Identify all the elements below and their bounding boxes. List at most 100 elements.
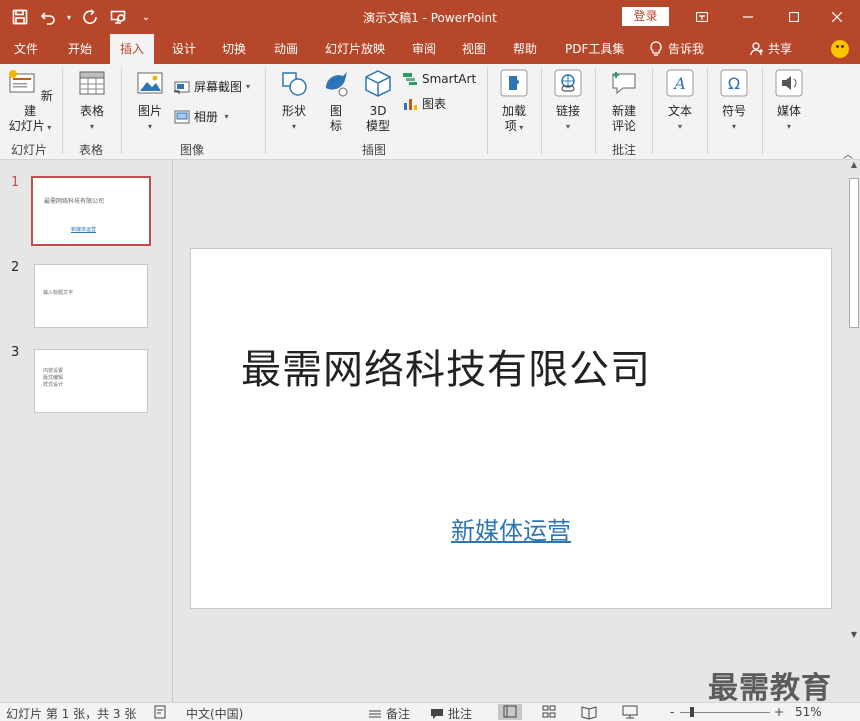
svg-text:A: A: [672, 74, 686, 93]
shapes-label: 形状: [281, 104, 306, 118]
minimize-icon[interactable]: [725, 0, 771, 34]
slide-thumbnail-3[interactable]: 内容设置 版式编辑 样式设计: [34, 349, 148, 413]
screenshot-label: 屏幕截图: [194, 80, 243, 94]
undo-icon[interactable]: [36, 5, 60, 29]
tab-help[interactable]: 帮助: [503, 34, 547, 64]
link-label: 链接: [555, 104, 580, 118]
slide-subtitle-link[interactable]: 新媒体运营: [191, 511, 831, 546]
reading-view-icon[interactable]: [577, 704, 601, 720]
symbols-button[interactable]: Ω 符号 ▾: [715, 68, 753, 134]
notes-button[interactable]: 备注: [368, 705, 410, 721]
group-slides-label: 幻灯片: [11, 143, 48, 157]
comments-button[interactable]: 批注: [430, 705, 472, 721]
addins-icon: [500, 69, 528, 97]
tab-view[interactable]: 视图: [452, 34, 496, 64]
share-button[interactable]: 共享: [740, 34, 802, 64]
thumb2-title: 输入标题文字: [43, 290, 74, 296]
screenshot-button[interactable]: 屏幕截图 ▾: [174, 78, 250, 95]
zoom-out-button[interactable]: -: [670, 705, 674, 719]
thumb3-line3: 样式设计: [43, 382, 64, 388]
group-divider: [121, 68, 122, 154]
zoom-level[interactable]: 51%: [795, 705, 822, 719]
maximize-icon[interactable]: [771, 0, 817, 34]
tab-insert[interactable]: 插入: [110, 34, 155, 64]
scroll-down-icon[interactable]: ▼: [848, 630, 860, 644]
normal-view-icon[interactable]: [498, 704, 522, 720]
slide-number-3: 3: [11, 345, 20, 360]
picture-icon: [137, 72, 163, 94]
text-button[interactable]: A 文本 ▾: [661, 68, 699, 134]
link-button[interactable]: 链接 ▾: [549, 68, 587, 134]
photo-album-label: 相册: [194, 110, 219, 124]
redo-icon[interactable]: [78, 5, 102, 29]
login-button[interactable]: 登录: [622, 7, 669, 26]
group-divider: [62, 68, 63, 154]
new-slide-button[interactable]: 新建 幻灯片 ▾: [5, 68, 55, 135]
group-images-label: 图像: [180, 143, 205, 157]
new-comment-button[interactable]: 新建 评论: [604, 68, 644, 134]
text-icon: A: [666, 69, 694, 97]
group-comments-label: 批注: [612, 143, 637, 157]
group-divider: [487, 68, 488, 154]
language-status[interactable]: 中文(中国): [186, 705, 243, 721]
comment-icon: [431, 708, 443, 719]
tab-slideshow[interactable]: 幻灯片放映: [315, 34, 395, 64]
zoom-slider-handle[interactable]: [690, 707, 694, 717]
spellcheck-icon[interactable]: [154, 705, 168, 721]
slideshow-view-icon[interactable]: [618, 704, 642, 720]
tab-pdf-tools[interactable]: PDF工具集: [555, 34, 634, 64]
save-icon[interactable]: [8, 5, 32, 29]
tab-animations[interactable]: 动画: [264, 34, 308, 64]
shapes-button[interactable]: 形状 ▾: [274, 68, 314, 134]
icons-button[interactable]: 图 标: [318, 68, 354, 134]
group-illustrations-label: 插图: [362, 143, 387, 157]
group-divider: [707, 68, 708, 154]
addins-button[interactable]: 加载 项 ▾: [495, 68, 533, 135]
chart-button[interactable]: 图表: [402, 95, 446, 112]
title-bar: ▾ ⌄ 演示文稿1 - PowerPoint 登录: [0, 0, 860, 34]
thumb3-line1: 内容设置: [43, 368, 64, 374]
photo-album-icon: [174, 110, 190, 123]
slide-number-1: 1: [11, 175, 20, 190]
new-comment-label1: 新建: [611, 104, 636, 118]
table-button[interactable]: 表格 ▾: [70, 68, 114, 134]
close-icon[interactable]: [814, 0, 860, 34]
notes-label: 备注: [386, 707, 411, 721]
undo-dropdown-icon[interactable]: ▾: [64, 5, 74, 29]
tab-review[interactable]: 审阅: [402, 34, 446, 64]
thumb1-subtitle: 新媒体运营: [71, 227, 97, 233]
3d-models-button[interactable]: 3D 模型: [360, 68, 396, 134]
current-slide[interactable]: 最需网络科技有限公司 新媒体运营: [190, 248, 832, 609]
watermark-text: 最需教育: [708, 671, 832, 706]
present-from-start-icon[interactable]: [106, 5, 130, 29]
icons-label2: 标: [329, 119, 342, 133]
customize-qat-icon[interactable]: ⌄: [134, 5, 158, 29]
speaker-icon: [775, 69, 803, 97]
link-icon: [554, 69, 582, 97]
picture-button[interactable]: 图片 ▾: [130, 68, 170, 134]
slide-thumbnail-1[interactable]: 最需网络科技有限公司 新媒体运营: [31, 176, 151, 246]
scrollbar-thumb[interactable]: [849, 178, 859, 328]
3d-model-label1: 3D: [369, 104, 387, 118]
tell-me-label: 告诉我: [668, 42, 705, 56]
tell-me-search[interactable]: 告诉我: [640, 34, 714, 64]
smartart-button[interactable]: SmartArt: [402, 72, 476, 86]
vertical-scrollbar[interactable]: ▲ ▼: [848, 160, 860, 646]
slide-title-text[interactable]: 最需网络科技有限公司: [241, 337, 651, 395]
slide-sorter-view-icon[interactable]: [537, 704, 561, 720]
feedback-smiley-icon[interactable]: [831, 40, 849, 58]
tab-file[interactable]: 文件: [4, 34, 48, 64]
media-button[interactable]: 媒体 ▾: [770, 68, 808, 134]
collapse-ribbon-icon[interactable]: ︿: [843, 146, 853, 161]
ribbon-display-options-icon[interactable]: [679, 0, 725, 34]
zoom-in-button[interactable]: +: [774, 705, 784, 719]
table-label: 表格: [79, 104, 104, 118]
slide-thumbnail-2[interactable]: 输入标题文字: [34, 264, 148, 328]
status-bar: 幻灯片 第 1 张，共 3 张 中文(中国) 备注 批注 - + 51%: [0, 702, 860, 721]
photo-album-button[interactable]: 相册 ▾: [174, 108, 229, 125]
scroll-up-icon[interactable]: ▲: [848, 160, 860, 174]
new-comment-icon: [612, 72, 636, 95]
tab-design[interactable]: 设计: [162, 34, 206, 64]
tab-home[interactable]: 开始: [58, 34, 102, 64]
tab-transitions[interactable]: 切换: [212, 34, 256, 64]
